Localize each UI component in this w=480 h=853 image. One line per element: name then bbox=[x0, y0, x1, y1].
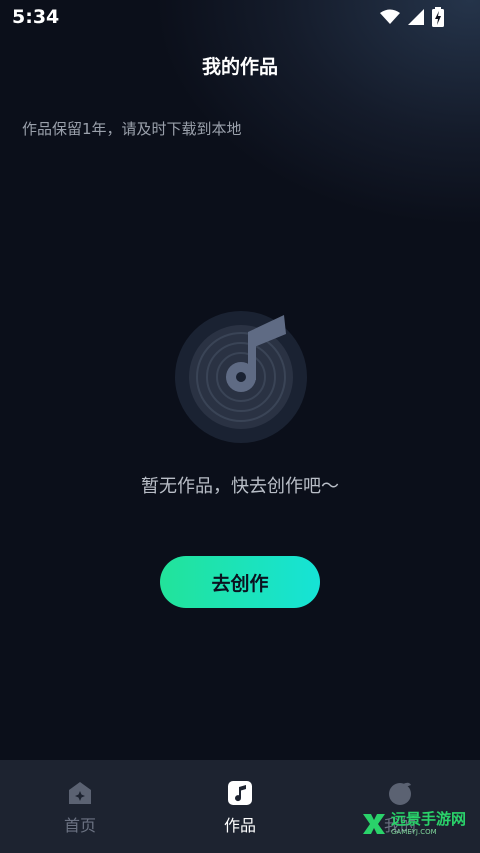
music-note-icon bbox=[228, 781, 252, 805]
page-title: 我的作品 bbox=[201, 56, 278, 78]
watermark-url: GAMEYJ.COM bbox=[390, 828, 437, 836]
bottom-tab-bar: 首页 作品 我的 远景手游网 GAMEYJ.COM bbox=[0, 760, 480, 853]
tab-works[interactable]: 作品 bbox=[160, 760, 320, 853]
status-bar: 5:34 bbox=[0, 0, 480, 34]
retention-notice: 作品保留1年，请及时下载到本地 bbox=[22, 120, 242, 138]
status-icons bbox=[380, 7, 444, 27]
watermark-logo-icon bbox=[362, 814, 385, 834]
profile-icon bbox=[389, 782, 411, 805]
home-icon bbox=[69, 782, 91, 804]
signal-icon bbox=[408, 9, 424, 25]
tab-works-label: 作品 bbox=[223, 816, 256, 835]
tab-profile[interactable]: 我的 bbox=[320, 760, 480, 853]
tab-home-label: 首页 bbox=[63, 816, 96, 835]
watermark-text: 远景手游网 bbox=[390, 810, 466, 828]
music-disc-icon bbox=[175, 311, 307, 443]
wifi-icon bbox=[380, 9, 400, 24]
watermark: 远景手游网 GAMEYJ.COM bbox=[361, 811, 466, 837]
tab-home[interactable]: 首页 bbox=[0, 760, 160, 853]
status-time: 5:34 bbox=[12, 6, 60, 28]
empty-state-message: 暂无作品，快去创作吧～ bbox=[141, 476, 339, 497]
create-button[interactable]: 去创作 bbox=[160, 556, 320, 608]
battery-icon bbox=[432, 7, 444, 27]
